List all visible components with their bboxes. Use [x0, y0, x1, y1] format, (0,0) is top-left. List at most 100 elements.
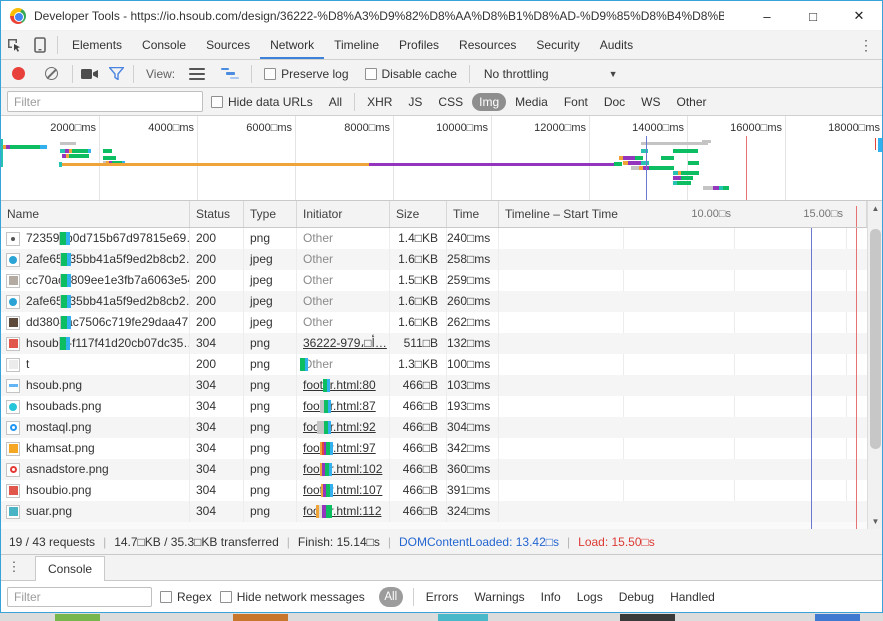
- initiator-link[interactable]: 36222-979،□أ…: [303, 336, 387, 350]
- overview-dcl-line: [646, 136, 647, 200]
- hide-network-messages-checkbox[interactable]: Hide network messages: [220, 590, 365, 604]
- tab-audits[interactable]: Audits: [590, 31, 643, 59]
- initiator-link[interactable]: footer.html:92: [303, 420, 376, 434]
- timeline-tick-label: 15.00□s: [773, 208, 843, 220]
- tab-sources[interactable]: Sources: [196, 31, 260, 59]
- table-row[interactable]: suar.png304pngfooter.html:112466□B324□ms: [1, 501, 882, 522]
- overview-waterfall-bar: [649, 166, 674, 170]
- scroll-down-icon[interactable]: ▼: [868, 514, 883, 529]
- table-row[interactable]: 2afe65e35bb41a5f9ed2b8cb2…200jpegOther1.…: [1, 249, 882, 270]
- drawer-menu-icon[interactable]: ⋮: [1, 554, 27, 580]
- filter-chip-font[interactable]: Font: [557, 93, 595, 111]
- tab-profiles[interactable]: Profiles: [389, 31, 449, 59]
- console-filter-input[interactable]: [7, 587, 152, 607]
- tab-security[interactable]: Security: [526, 31, 589, 59]
- disable-cache-checkbox[interactable]: Disable cache: [365, 67, 457, 81]
- table-row[interactable]: hsoubads.png304pngfooter.html:87466□B193…: [1, 396, 882, 417]
- column-header-status[interactable]: Status: [190, 201, 244, 227]
- device-toolbar-icon[interactable]: [27, 33, 53, 57]
- column-header-type[interactable]: Type: [244, 201, 297, 227]
- table-row[interactable]: mostaql.png304pngfooter.html:92466□B304□…: [1, 417, 882, 438]
- filter-funnel-icon[interactable]: [103, 62, 129, 86]
- preserve-log-checkbox[interactable]: Preserve log: [264, 67, 348, 81]
- tab-console-drawer[interactable]: Console: [35, 556, 105, 581]
- throttling-value: No throttling: [484, 67, 549, 81]
- table-row[interactable]: t200pngOther1.3□KB100□ms: [1, 354, 882, 375]
- hide-data-urls-checkbox[interactable]: Hide data URLs: [211, 95, 313, 109]
- table-row[interactable]: dd3804ac7506c719fe29daa47…200jpegOther1.…: [1, 312, 882, 333]
- checkbox-icon[interactable]: [264, 68, 276, 80]
- table-row[interactable]: asnadstore.png304pngfooter.html:102466□B…: [1, 459, 882, 480]
- console-level-logs[interactable]: Logs: [569, 590, 611, 604]
- filter-chip-ws[interactable]: WS: [634, 93, 667, 111]
- column-header-time[interactable]: Time: [447, 201, 499, 227]
- maximize-button[interactable]: □: [790, 1, 836, 31]
- filter-chip-doc[interactable]: Doc: [597, 93, 632, 111]
- table-row[interactable]: cc70ac7809ee1e3fb7a6063e54…200jpegOther1…: [1, 270, 882, 291]
- scroll-up-icon[interactable]: ▲: [868, 201, 883, 216]
- column-header-name[interactable]: Name: [1, 201, 190, 227]
- title-bar[interactable]: Developer Tools - https://io.hsoub.com/d…: [1, 1, 882, 31]
- column-header-initiator[interactable]: Initiator: [297, 201, 390, 227]
- checkbox-icon[interactable]: [365, 68, 377, 80]
- filter-chip-css[interactable]: CSS: [431, 93, 470, 111]
- filter-chip-all[interactable]: All: [322, 93, 349, 111]
- request-size: 511□B: [390, 333, 447, 354]
- table-row[interactable]: hsoubio.png304pngfooter.html:107466□B391…: [1, 480, 882, 501]
- console-level-debug[interactable]: Debug: [611, 590, 662, 604]
- initiator-link[interactable]: footer.html:80: [303, 378, 376, 392]
- console-level-all[interactable]: All: [379, 587, 403, 607]
- scrollbar-thumb[interactable]: [870, 229, 881, 449]
- network-filter-input[interactable]: [7, 91, 203, 112]
- initiator-link[interactable]: footer.html:97: [303, 441, 376, 455]
- table-row[interactable]: hsoub.png304pngfooter.html:80466□B103□ms: [1, 375, 882, 396]
- console-level-errors[interactable]: Errors: [418, 590, 467, 604]
- filter-chip-xhr[interactable]: XHR: [360, 93, 399, 111]
- waterfall-view-icon[interactable]: [221, 68, 239, 80]
- tab-console[interactable]: Console: [132, 31, 196, 59]
- filter-chip-media[interactable]: Media: [508, 93, 555, 111]
- table-row[interactable]: hsoubio-f117f41d20cb07dc35…304png36222-9…: [1, 333, 882, 354]
- inspect-element-icon[interactable]: [1, 33, 27, 57]
- console-level-handled[interactable]: Handled: [662, 590, 723, 604]
- clear-icon[interactable]: [45, 67, 58, 80]
- checkbox-icon[interactable]: [220, 591, 232, 603]
- disable-cache-label: Disable cache: [382, 67, 457, 81]
- initiator-link[interactable]: footer.html:87: [303, 399, 376, 413]
- throttling-select[interactable]: No throttling ▼: [484, 67, 618, 81]
- screenshot-camera-icon[interactable]: [77, 62, 103, 86]
- close-button[interactable]: ✕: [836, 1, 882, 31]
- timeline-overview[interactable]: 2000□ms4000□ms6000□ms8000□ms10000□ms1200…: [1, 116, 882, 201]
- request-size: 1.6□KB: [390, 249, 447, 270]
- overview-waterfall-bar: [641, 142, 708, 145]
- checkbox-icon[interactable]: [211, 96, 223, 108]
- initiator-link[interactable]: footer.html:107: [303, 483, 382, 497]
- table-header: NameStatusTypeInitiatorSizeTimeTimeline …: [1, 201, 882, 228]
- initiator-link[interactable]: footer.html:112: [303, 504, 382, 518]
- devtools-menu-icon[interactable]: ⋮: [854, 31, 878, 59]
- checkbox-icon[interactable]: [160, 591, 172, 603]
- tab-elements[interactable]: Elements: [62, 31, 132, 59]
- column-header-size[interactable]: Size: [390, 201, 447, 227]
- regex-checkbox[interactable]: Regex: [160, 590, 212, 604]
- filter-chip-img[interactable]: Img: [472, 93, 506, 111]
- minimize-button[interactable]: –: [744, 1, 790, 31]
- filter-chip-other[interactable]: Other: [670, 93, 714, 111]
- console-level-info[interactable]: Info: [533, 590, 569, 604]
- tab-network[interactable]: Network: [260, 31, 324, 59]
- request-type: png: [244, 438, 297, 459]
- table-row[interactable]: 72359ab0d715b67d97815e69…200pngOther1.4□…: [1, 228, 882, 249]
- initiator-link[interactable]: footer.html:102: [303, 462, 382, 476]
- taskbar-fragment: [55, 614, 100, 621]
- tab-resources[interactable]: Resources: [449, 31, 526, 59]
- table-row[interactable]: khamsat.png304pngfooter.html:97466□B342□…: [1, 438, 882, 459]
- table-scrollbar[interactable]: ▲ ▼: [867, 201, 882, 529]
- tab-timeline[interactable]: Timeline: [324, 31, 389, 59]
- filter-chip-js[interactable]: JS: [401, 93, 429, 111]
- table-row[interactable]: 2afe65e35bb41a5f9ed2b8cb2…200jpegOther1.…: [1, 291, 882, 312]
- list-view-icon[interactable]: [189, 68, 205, 80]
- record-button[interactable]: [12, 67, 25, 80]
- console-level-warnings[interactable]: Warnings: [466, 590, 532, 604]
- table-row[interactable]: [1, 522, 882, 529]
- preserve-log-label: Preserve log: [281, 67, 348, 81]
